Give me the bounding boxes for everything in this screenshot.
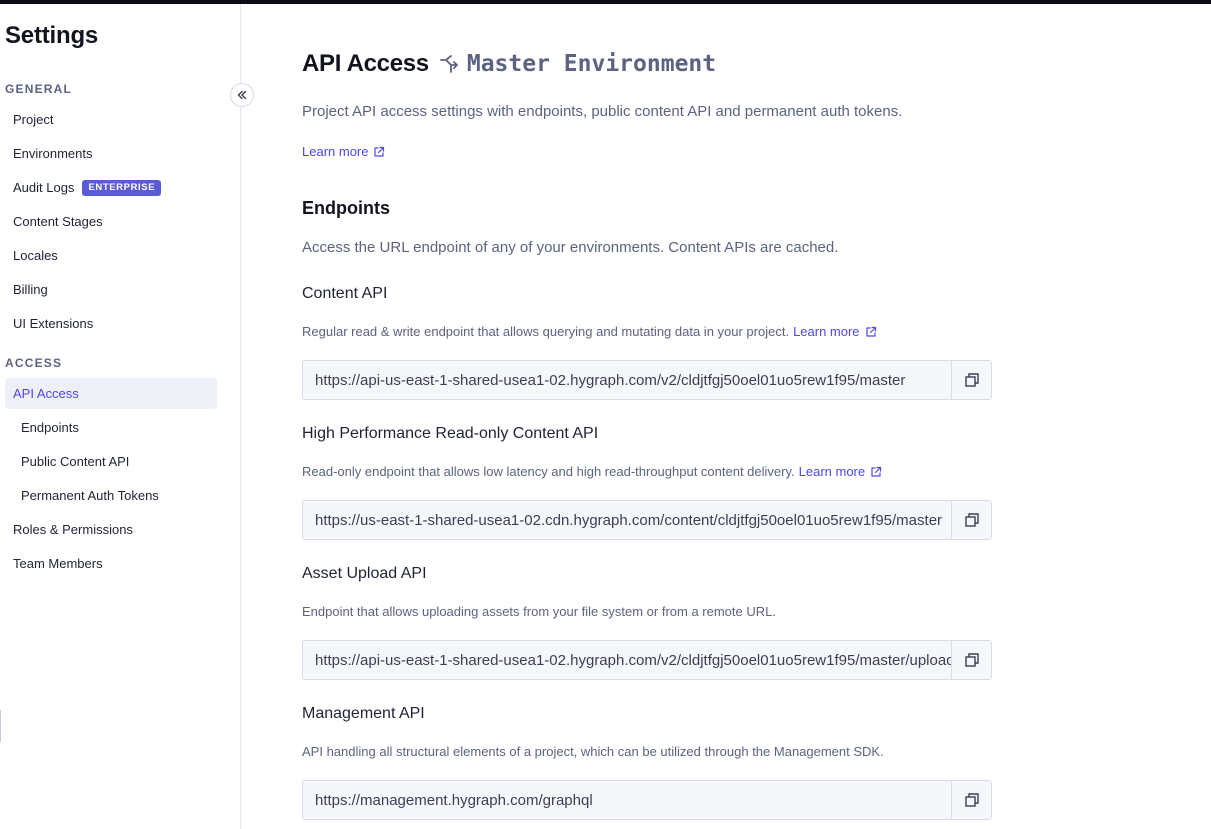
endpoint-title-content-api: Content API — [302, 285, 388, 302]
endpoint-url-input[interactable]: https://api-us-east-1-shared-usea1-02.hy… — [303, 361, 951, 399]
external-link-icon — [373, 146, 385, 158]
sidebar-item-ui-extensions[interactable]: UI Extensions — [5, 308, 217, 339]
sidebar-item-label: UI Extensions — [13, 316, 94, 331]
settings-sidebar: Settings GENERAL Project Environments Au… — [0, 4, 241, 829]
learn-more-label: Learn more — [793, 324, 860, 339]
external-link-icon — [865, 326, 877, 338]
endpoints-description: Access the URL endpoint of any of your e… — [302, 239, 839, 256]
copy-button[interactable] — [951, 641, 991, 679]
copy-button[interactable] — [951, 361, 991, 399]
endpoint-description-text: API handling all structural elements of … — [302, 744, 884, 759]
page-header: API Access Master Environment — [302, 48, 716, 80]
collapse-chevrons-left-icon — [236, 89, 248, 101]
sidebar-item-locales[interactable]: Locales — [5, 240, 217, 271]
sidebar-title: Settings — [5, 22, 99, 49]
sidebar-item-label: Endpoints — [21, 420, 79, 435]
sidebar-item-permanent-auth-tokens[interactable]: Permanent Auth Tokens — [5, 480, 217, 511]
endpoint-description: API handling all structural elements of … — [302, 744, 884, 759]
endpoint-title-hp-content-api: High Performance Read-only Content API — [302, 425, 599, 442]
endpoint-url-field-asset-upload-api: https://api-us-east-1-shared-usea1-02.hy… — [302, 640, 992, 680]
enterprise-badge: ENTERPRISE — [82, 179, 162, 196]
sidebar-item-label: Permanent Auth Tokens — [21, 488, 159, 503]
endpoint-url-input[interactable]: https://management.hygraph.com/graphql — [303, 781, 951, 819]
section-label-access: ACCESS — [5, 356, 63, 370]
copy-icon — [964, 792, 980, 808]
environment-name: Master Environment — [466, 51, 717, 77]
learn-more-link[interactable]: Learn more — [799, 464, 882, 479]
page-title: API Access — [302, 50, 429, 77]
sidebar-item-api-access[interactable]: API Access — [5, 378, 217, 409]
sidebar-item-label: Audit Logs — [13, 180, 75, 195]
endpoint-url-field-management-api: https://management.hygraph.com/graphql — [302, 780, 992, 820]
copy-button[interactable] — [951, 501, 991, 539]
endpoint-title-management-api: Management API — [302, 705, 425, 722]
copy-icon — [964, 512, 980, 528]
endpoint-description-text: Regular read & write endpoint that allow… — [302, 324, 790, 339]
collapse-sidebar-button[interactable] — [230, 83, 254, 107]
endpoint-url-input[interactable]: https://api-us-east-1-shared-usea1-02.hy… — [303, 641, 951, 679]
learn-more-label: Learn more — [302, 144, 369, 159]
sidebar-item-label: Project — [13, 112, 54, 127]
endpoint-description: Read-only endpoint that allows low laten… — [302, 464, 882, 479]
endpoint-url-field-hp-content-api: https://us-east-1-shared-usea1-02.cdn.hy… — [302, 500, 992, 540]
copy-icon — [964, 372, 980, 388]
sidebar-item-endpoints[interactable]: Endpoints — [5, 412, 217, 443]
page-description: Project API access settings with endpoin… — [302, 103, 903, 120]
sidebar-item-label: Content Stages — [13, 214, 103, 229]
sidebar-item-audit-logs[interactable]: Audit Logs ENTERPRISE — [5, 172, 217, 203]
branch-icon — [439, 54, 459, 74]
external-link-icon — [870, 466, 882, 478]
main-content: API Access Master Environment Project AP… — [242, 4, 1211, 829]
endpoints-heading: Endpoints — [302, 198, 390, 218]
sidebar-item-label: Team Members — [13, 556, 103, 571]
endpoint-url-field-content-api: https://api-us-east-1-shared-usea1-02.hy… — [302, 360, 992, 400]
endpoint-description-text: Endpoint that allows uploading assets fr… — [302, 604, 776, 619]
sidebar-item-roles-permissions[interactable]: Roles & Permissions — [5, 514, 217, 545]
sidebar-item-label: Public Content API — [21, 454, 130, 469]
copy-button[interactable] — [951, 781, 991, 819]
sidebar-item-label: API Access — [13, 386, 79, 401]
learn-more-link[interactable]: Learn more — [793, 324, 876, 339]
sidebar-item-billing[interactable]: Billing — [5, 274, 217, 305]
endpoint-url-input[interactable]: https://us-east-1-shared-usea1-02.cdn.hy… — [303, 501, 951, 539]
sidebar-item-public-content-api[interactable]: Public Content API — [5, 446, 217, 477]
learn-more-label: Learn more — [798, 464, 866, 479]
endpoint-description-text: Read-only endpoint that allows low laten… — [302, 464, 795, 479]
sidebar-item-project[interactable]: Project — [5, 104, 217, 135]
sidebar-item-label: Billing — [13, 282, 48, 297]
sidebar-item-content-stages[interactable]: Content Stages — [5, 206, 217, 237]
copy-icon — [964, 652, 980, 668]
sidebar-item-team-members[interactable]: Team Members — [5, 548, 217, 579]
section-label-general: GENERAL — [5, 82, 73, 96]
sidebar-edge-marker — [0, 710, 1, 742]
endpoint-description: Endpoint that allows uploading assets fr… — [302, 604, 776, 619]
endpoint-title-asset-upload-api: Asset Upload API — [302, 565, 427, 582]
learn-more-link[interactable]: Learn more — [302, 144, 385, 159]
sidebar-item-label: Locales — [13, 248, 58, 263]
sidebar-item-environments[interactable]: Environments — [5, 138, 217, 169]
sidebar-item-label: Environments — [13, 146, 93, 161]
sidebar-item-label: Roles & Permissions — [13, 522, 133, 537]
endpoint-description: Regular read & write endpoint that allow… — [302, 324, 877, 339]
